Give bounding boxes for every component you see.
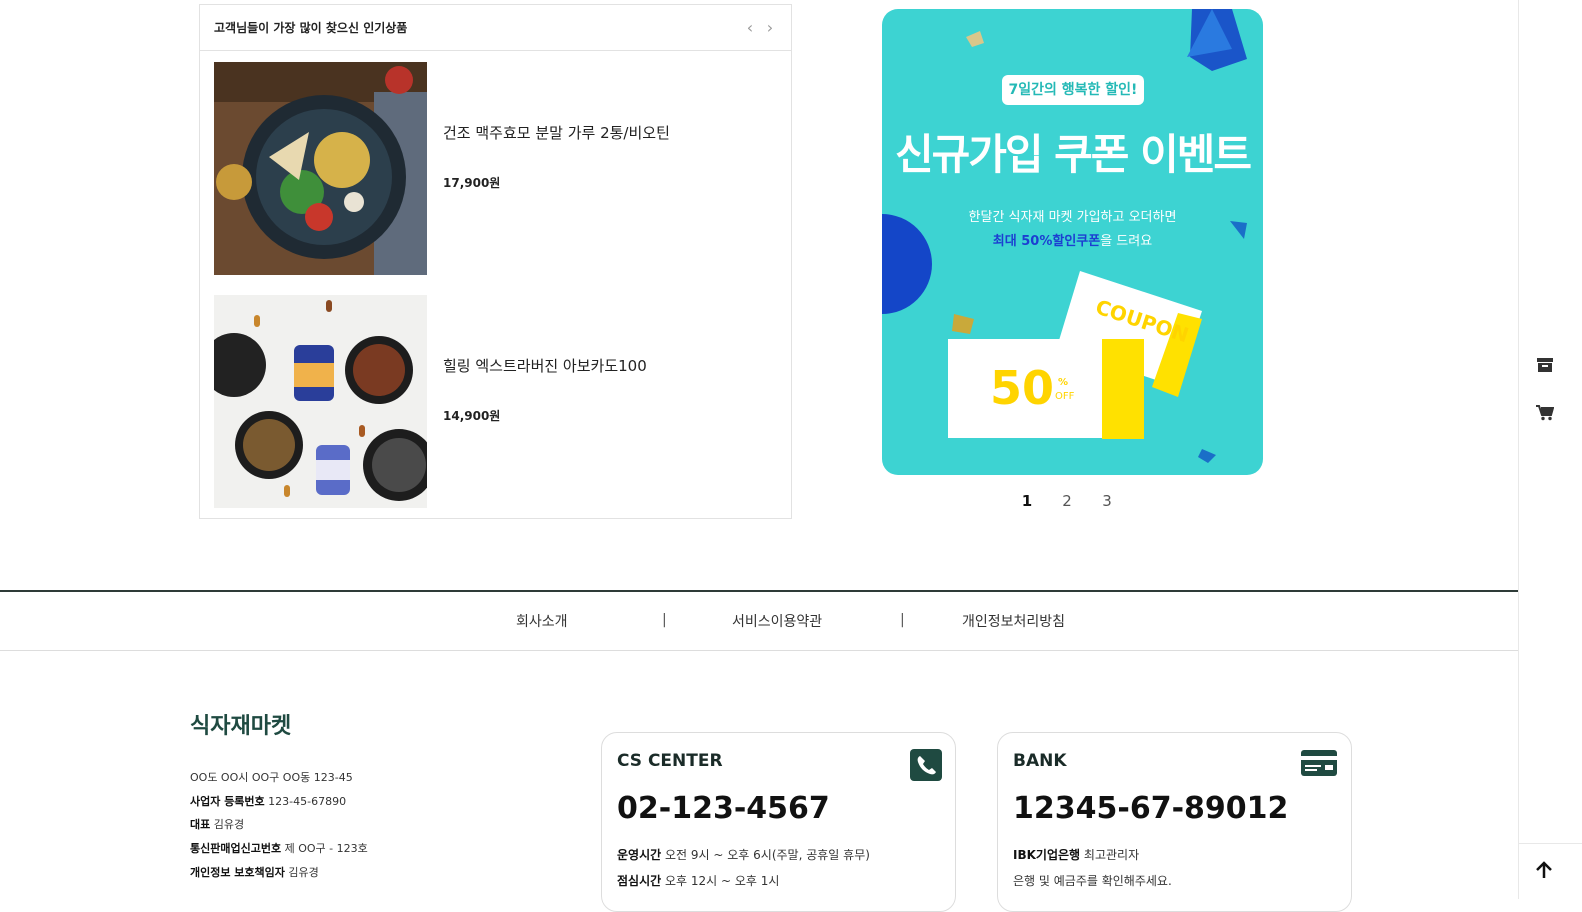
quick-sidebar <box>1518 0 1582 899</box>
popular-title: 고객님들이 가장 많이 찾으신 인기상품 <box>214 21 408 35</box>
bank-note: 은행 및 예금주를 확인해주세요. <box>1013 874 1172 888</box>
bank-card: BANK 12345-67-89012 IBK기업은행 최고관리자 은행 및 예… <box>997 732 1352 912</box>
product-item[interactable]: 건조 맥주효모 분말 가루 2통/비오틴 17,900원 <box>214 62 774 275</box>
page-2[interactable]: 2 <box>1060 492 1074 510</box>
mail-label: 통신판매업신고번호 <box>190 842 282 855</box>
product-price: 17,900원 <box>443 176 501 190</box>
product-price: 14,900원 <box>443 409 501 423</box>
cs-center-card: CS CENTER 02-123-4567 운영시간 오전 9시 ~ 오후 6시… <box>601 732 956 912</box>
company-name: 식자재마켓 <box>190 714 292 739</box>
chevron-left-icon[interactable]: ‹ <box>743 19 757 35</box>
bank-holder: 최고관리자 <box>1083 848 1140 862</box>
footer-separator: | <box>900 612 905 628</box>
hours-label: 운영시간 <box>617 848 662 862</box>
archive-icon[interactable] <box>1536 357 1554 373</box>
lunch-label: 점심시간 <box>617 874 662 888</box>
cs-hours: 운영시간 오전 9시 ~ 오후 6시(주말, 공휴일 휴무) <box>617 846 870 863</box>
footer-separator: | <box>662 612 667 628</box>
cs-lunch: 점심시간 오후 12시 ~ 오후 1시 <box>617 872 779 889</box>
product-name[interactable]: 건조 맥주효모 분말 가루 2통/비오틴 <box>443 122 670 143</box>
privacy-label: 개인정보 보호책임자 <box>190 866 285 879</box>
event-headline: 신규가입 쿠폰 이벤트 <box>894 130 1252 179</box>
product-image[interactable] <box>214 62 427 275</box>
footer-link-about[interactable]: 회사소개 <box>516 611 568 631</box>
cs-phone[interactable]: 02-123-4567 <box>617 791 830 826</box>
bank-title: BANK <box>1013 751 1067 771</box>
page-1[interactable]: 1 <box>1020 492 1034 510</box>
biz-label: 사업자 등록번호 <box>190 795 265 808</box>
lunch-value: 오후 12시 ~ 오후 1시 <box>665 874 780 888</box>
ceo-value: 김유경 <box>213 818 245 831</box>
bank-name: IBK기업은행 <box>1013 848 1081 862</box>
product-item[interactable]: 힐링 엑스트라버진 아보카도100 14,900원 <box>214 295 774 508</box>
event-description: 한달간 식자재 마켓 가입하고 오더하면 <box>968 210 1177 225</box>
cs-title: CS CENTER <box>617 751 723 771</box>
page-3[interactable]: 3 <box>1100 492 1114 510</box>
company-biz-number: 사업자 등록번호 123-45-67890 <box>190 793 346 809</box>
hours-value: 오전 9시 ~ 오후 6시(주말, 공휴일 휴무) <box>665 848 870 862</box>
biz-value: 123-45-67890 <box>268 795 347 808</box>
banner-pagination: 1 2 3 <box>1020 492 1114 510</box>
carousel-arrows: ‹ › <box>743 19 777 35</box>
popular-products-panel: 고객님들이 가장 많이 찾으신 인기상품 ‹ › 건조 맥주효모 분말 가루 2… <box>199 4 792 519</box>
privacy-value: 김유경 <box>288 866 319 879</box>
phone-icon <box>910 749 942 785</box>
product-image[interactable] <box>214 295 427 508</box>
footer-link-terms[interactable]: 서비스이용약관 <box>732 611 822 631</box>
coupon-event-banner[interactable]: 7일간의 행복한 할인! 신규가입 쿠폰 이벤트 한달간 식자재 마켓 가입하고… <box>882 9 1263 475</box>
event-description-2: 최대 50%할인쿠폰을 드려요 <box>882 230 1263 249</box>
company-privacy-officer: 개인정보 보호책임자 김유경 <box>190 864 319 880</box>
mail-value: 제 OO구 - 123호 <box>284 842 368 855</box>
company-address: OO도 OO시 OO구 OO동 123-45 <box>190 771 353 784</box>
event-description-rest: 을 드려요 <box>1100 234 1153 249</box>
cart-icon[interactable] <box>1536 405 1555 421</box>
company-ceo: 대표 김유경 <box>190 816 244 832</box>
chevron-right-icon[interactable]: › <box>763 19 777 35</box>
coupon-percent: % <box>1058 377 1069 388</box>
discount-highlight: 최대 50%할인쿠폰 <box>992 234 1101 249</box>
event-tag: 7일간의 행복한 할인! <box>1002 75 1144 105</box>
product-name[interactable]: 힐링 엑스트라버진 아보카도100 <box>443 355 647 376</box>
coupon-off: OFF <box>1055 391 1075 402</box>
footer-link-privacy[interactable]: 개인정보처리방침 <box>962 611 1065 631</box>
bank-holder-line: IBK기업은행 최고관리자 <box>1013 846 1139 863</box>
ceo-label: 대표 <box>190 818 211 831</box>
scroll-top-button[interactable] <box>1519 843 1582 900</box>
coupon-value: 50 <box>990 361 1055 415</box>
popular-header: 고객님들이 가장 많이 찾으신 인기상품 ‹ › <box>200 5 791 51</box>
card-icon <box>1300 749 1338 781</box>
footer-nav: 회사소개 | 서비스이용약관 | 개인정보처리방침 <box>0 592 1518 651</box>
company-mail-order: 통신판매업신고번호 제 OO구 - 123호 <box>190 840 368 856</box>
bank-account: 12345-67-89012 <box>1013 791 1289 826</box>
arrow-up-icon <box>1536 861 1552 878</box>
